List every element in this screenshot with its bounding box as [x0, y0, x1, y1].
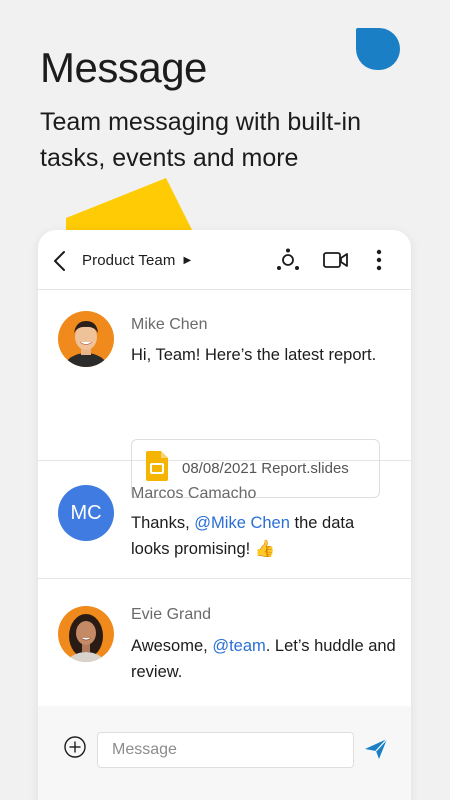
blue-decor-shape — [356, 28, 400, 70]
message-text: Thanks, @Mike Chen the data looks promis… — [131, 510, 396, 562]
message-input[interactable] — [97, 732, 354, 768]
avatar: MC — [58, 485, 114, 541]
promo-headline: Message — [40, 44, 207, 91]
back-icon[interactable] — [52, 250, 68, 272]
chat-title: Product Team — [82, 252, 176, 269]
message-item[interactable]: Mike Chen Hi, Team! Here’s the latest re… — [38, 290, 411, 498]
video-call-icon[interactable] — [323, 250, 349, 275]
message-text: Hi, Team! Here’s the latest report. — [131, 346, 377, 364]
chat-screen: Product Team ▶ Mike Chen Hi, Team! Here’… — [38, 230, 411, 800]
message-item[interactable]: MC Marcos Camacho Thanks, @Mike Chen the… — [38, 461, 411, 579]
avatar — [58, 311, 114, 367]
promo-subhead: Team messaging with built-in tasks, even… — [40, 108, 361, 172]
mention-link[interactable]: @team — [212, 637, 265, 655]
message-composer — [38, 706, 411, 800]
avatar — [58, 606, 114, 662]
sender-name: Evie Grand — [131, 606, 212, 623]
message-item[interactable]: Evie Grand Awesome, @team. Let’s huddle … — [38, 579, 411, 707]
chat-title-button[interactable]: Product Team ▶ — [82, 252, 191, 269]
send-icon[interactable] — [364, 738, 388, 765]
participants-icon[interactable] — [276, 248, 300, 277]
mention-link[interactable]: @Mike Chen — [194, 514, 290, 532]
caret-right-icon: ▶ — [183, 255, 192, 266]
sender-name: Mike Chen — [131, 316, 208, 333]
message-text-part: Thanks, — [131, 514, 195, 532]
add-icon[interactable] — [64, 736, 86, 763]
more-vert-icon[interactable] — [375, 249, 383, 276]
chat-app-bar: Product Team ▶ — [38, 230, 411, 290]
avatar-initials: MC — [70, 501, 102, 524]
sender-name: Marcos Camacho — [131, 485, 257, 502]
message-text: Awesome, @team. Let’s huddle and review. — [131, 633, 396, 685]
message-text-part: Awesome, — [131, 637, 213, 655]
